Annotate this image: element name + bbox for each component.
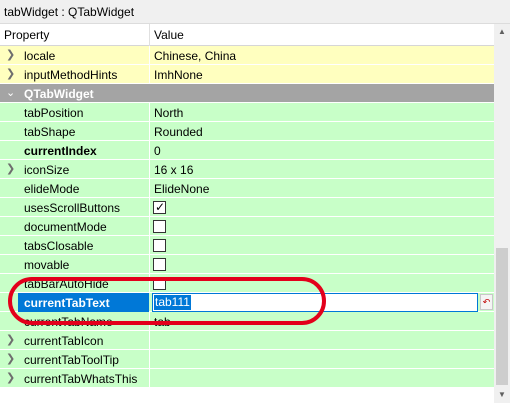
column-separator	[149, 65, 150, 84]
property-name: currentTabName	[24, 315, 113, 329]
row-currentTabIcon[interactable]: ❯ currentTabIcon	[0, 331, 494, 350]
row-tabsClosable[interactable]: tabsClosable	[0, 236, 494, 255]
property-name: documentMode	[24, 220, 107, 234]
chevron-right-icon[interactable]: ❯	[6, 352, 15, 365]
column-separator	[149, 350, 150, 369]
table-header: Property Value	[0, 24, 494, 46]
chevron-right-icon[interactable]: ❯	[6, 67, 15, 80]
property-value[interactable]: tab	[154, 315, 171, 329]
value-edit-field[interactable]: tab111	[152, 293, 478, 312]
reset-arrow-icon[interactable]: ↶	[480, 294, 493, 310]
row-inputMethodHints[interactable]: ❯ inputMethodHints ImhNone	[0, 65, 494, 84]
column-separator	[149, 217, 150, 236]
column-separator	[149, 274, 150, 293]
row-currentTabText[interactable]: currentTabText tab111 ↶	[0, 293, 494, 312]
property-name: usesScrollButtons	[24, 201, 121, 215]
checkbox-unchecked[interactable]	[153, 277, 166, 290]
property-name: currentIndex	[24, 144, 97, 158]
property-name: tabPosition	[24, 106, 84, 120]
property-name: elideMode	[24, 182, 80, 196]
row-iconSize[interactable]: ❯ iconSize 16 x 16	[0, 160, 494, 179]
property-value[interactable]: 0	[154, 144, 161, 158]
chevron-right-icon[interactable]: ❯	[6, 48, 15, 61]
chevron-right-icon[interactable]: ❯	[6, 162, 15, 175]
group-header-qtabwidget[interactable]: ⌄ QTabWidget	[0, 84, 494, 103]
column-separator	[149, 312, 150, 331]
column-separator	[149, 179, 150, 198]
column-separator	[149, 160, 150, 179]
row-currentTabName[interactable]: currentTabName tab	[0, 312, 494, 331]
column-separator	[149, 369, 150, 388]
property-name: inputMethodHints	[24, 68, 118, 82]
header-separator[interactable]	[149, 24, 150, 46]
property-name: tabShape	[24, 125, 76, 139]
check-icon: ✓	[155, 200, 166, 214]
scroll-down-icon[interactable]: ▼	[494, 387, 510, 403]
row-tabBarAutoHide[interactable]: tabBarAutoHide	[0, 274, 494, 293]
property-value[interactable]: ImhNone	[154, 68, 203, 82]
column-separator	[149, 103, 150, 122]
property-name: currentTabText	[24, 296, 110, 310]
column-separator	[149, 141, 150, 160]
property-name: currentTabToolTip	[24, 353, 119, 367]
row-documentMode[interactable]: documentMode	[0, 217, 494, 236]
property-value[interactable]: North	[154, 106, 183, 120]
property-value[interactable]: Chinese, China	[154, 49, 236, 63]
column-separator	[149, 236, 150, 255]
property-name: tabsClosable	[24, 239, 94, 253]
row-currentIndex[interactable]: currentIndex 0	[0, 141, 494, 160]
header-property[interactable]: Property	[4, 28, 49, 42]
column-separator	[149, 255, 150, 274]
row-elideMode[interactable]: elideMode ElideNone	[0, 179, 494, 198]
row-currentTabToolTip[interactable]: ❯ currentTabToolTip	[0, 350, 494, 369]
chevron-right-icon[interactable]: ❯	[6, 371, 15, 384]
chevron-right-icon[interactable]: ❯	[6, 333, 15, 346]
row-tabPosition[interactable]: tabPosition North	[0, 103, 494, 122]
scroll-up-icon[interactable]: ▲	[494, 24, 510, 40]
property-value[interactable]: 16 x 16	[154, 163, 193, 177]
column-separator	[149, 122, 150, 141]
property-value[interactable]: ElideNone	[154, 182, 209, 196]
window-title: tabWidget : QTabWidget	[4, 5, 135, 19]
header-value[interactable]: Value	[154, 28, 184, 42]
property-name: tabBarAutoHide	[24, 277, 109, 291]
chevron-down-icon[interactable]: ⌄	[6, 86, 15, 99]
property-rows: ❯ locale Chinese, China ❯ inputMethodHin…	[0, 46, 494, 403]
column-separator	[149, 46, 150, 65]
property-name: currentTabWhatsThis	[24, 372, 138, 386]
group-title: QTabWidget	[24, 87, 94, 101]
row-movable[interactable]: movable	[0, 255, 494, 274]
vertical-scrollbar[interactable]: ▲ ▼	[494, 24, 510, 403]
checkbox-unchecked[interactable]	[153, 258, 166, 271]
row-tabShape[interactable]: tabShape Rounded	[0, 122, 494, 141]
column-separator	[149, 198, 150, 217]
row-currentTabWhatsThis[interactable]: ❯ currentTabWhatsThis	[0, 369, 494, 388]
scrollbar-thumb[interactable]	[496, 248, 508, 385]
property-name: iconSize	[24, 163, 70, 177]
column-separator	[149, 331, 150, 350]
title-bar: tabWidget : QTabWidget	[0, 0, 510, 24]
property-name: movable	[24, 258, 70, 272]
checkbox-unchecked[interactable]	[153, 220, 166, 233]
checkbox-unchecked[interactable]	[153, 239, 166, 252]
property-value[interactable]: Rounded	[154, 125, 203, 139]
property-name: currentTabIcon	[24, 334, 104, 348]
row-usesScrollButtons[interactable]: usesScrollButtons ✓	[0, 198, 494, 217]
property-editor: Property Value ❯ locale Chinese, China ❯…	[0, 24, 510, 403]
checkbox-checked[interactable]: ✓	[153, 200, 166, 214]
row-locale[interactable]: ❯ locale Chinese, China	[0, 46, 494, 65]
edit-field-text[interactable]: tab111	[154, 295, 191, 310]
property-name: locale	[24, 49, 56, 63]
